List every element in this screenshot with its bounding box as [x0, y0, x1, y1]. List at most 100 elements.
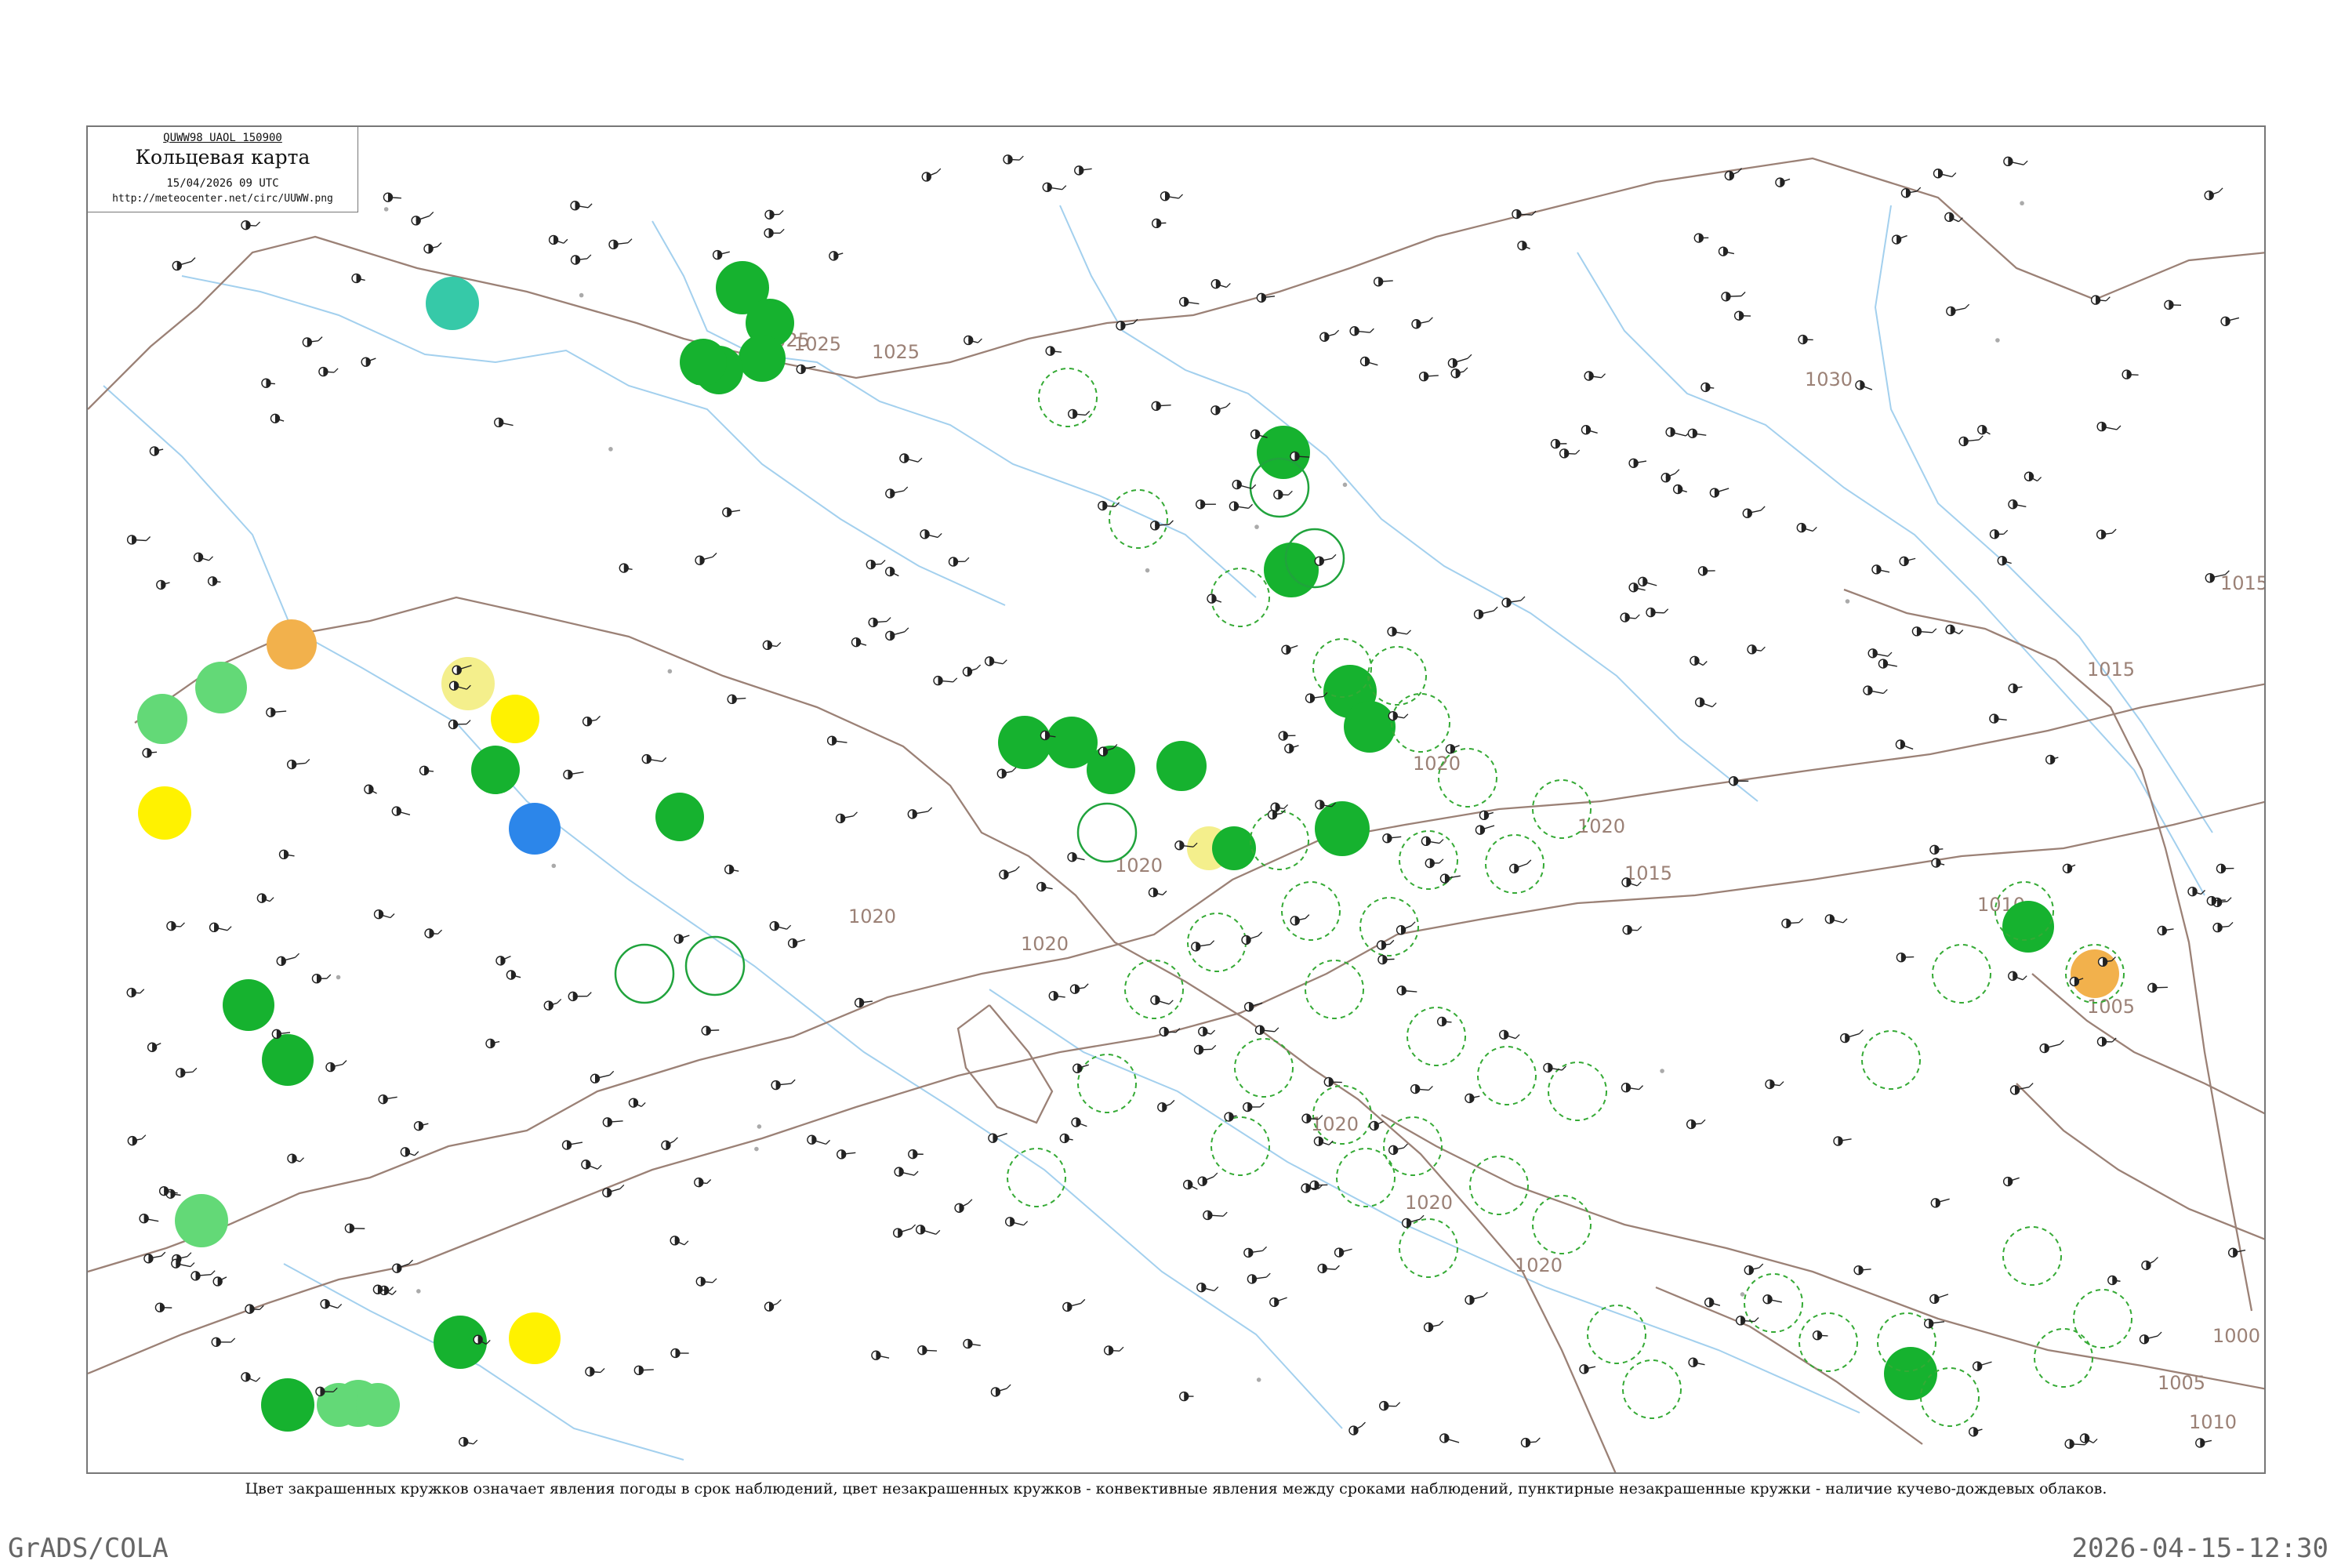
station-marker: [276, 953, 299, 967]
station-marker: [724, 864, 739, 875]
station-marker: [1319, 329, 1340, 342]
station-marker: [270, 413, 285, 423]
small-dot-marker: [416, 1289, 421, 1294]
station-marker: [1401, 1214, 1425, 1229]
station-marker: [1359, 356, 1378, 367]
station-marker: [320, 1298, 343, 1309]
weather-filled-circle: [1315, 801, 1370, 856]
station-marker: [1911, 626, 1937, 637]
station-marker: [1377, 954, 1395, 965]
station-marker: [1150, 995, 1174, 1005]
station-marker: [1709, 488, 1730, 498]
station-marker: [506, 970, 521, 980]
small-dot-marker: [1256, 1377, 1261, 1382]
weather-filled-circle: [1212, 826, 1256, 870]
station-marker: [619, 563, 633, 573]
station-marker: [1247, 1272, 1271, 1284]
station-marker: [2122, 369, 2139, 379]
weather-filled-circle: [261, 1378, 314, 1432]
station-marker: [1373, 277, 1393, 287]
station-marker: [1742, 506, 1766, 518]
station-marker: [1747, 644, 1766, 655]
station-marker: [1059, 1133, 1073, 1144]
station-marker: [241, 220, 261, 230]
station-marker: [2008, 683, 2023, 694]
station-marker: [2195, 1438, 2212, 1448]
station-marker: [1071, 1117, 1087, 1127]
station-marker: [1871, 564, 1890, 575]
weather-filled-circle: [471, 746, 520, 794]
cumulonimbus-dashed-circle: [2073, 1289, 2132, 1348]
station-marker: [851, 637, 867, 648]
station-marker: [1317, 1263, 1340, 1274]
station-marker: [1290, 914, 1310, 926]
station-marker: [424, 928, 443, 938]
station-marker: [581, 1160, 602, 1170]
station-marker: [963, 1338, 981, 1349]
map-title: Кольцевая карта: [135, 146, 310, 169]
legend-caption: Цвет закрашенных кружков означает явлени…: [245, 1480, 2107, 1497]
cumulonimbus-dashed-circle: [1622, 1359, 1682, 1419]
station-marker: [311, 973, 332, 984]
station-marker: [1729, 776, 1749, 786]
cumulonimbus-dashed-circle: [1391, 693, 1450, 753]
cumulonimbus-dashed-circle: [1532, 1195, 1592, 1254]
station-marker: [1855, 380, 1873, 390]
station-marker: [1210, 402, 1231, 416]
station-marker: [602, 1184, 625, 1198]
station-marker: [1762, 1294, 1782, 1305]
weather-filled-circle: [509, 803, 561, 855]
station-marker: [1895, 739, 1914, 750]
station-marker: [2062, 863, 2076, 873]
station-marker: [727, 694, 746, 705]
river-line: [1059, 205, 1759, 802]
station-marker: [1863, 685, 1888, 695]
isobar-label: 1025: [872, 341, 920, 363]
station-marker: [1232, 479, 1257, 490]
station-marker: [764, 209, 784, 220]
station-marker: [1069, 983, 1089, 994]
station-marker: [1509, 859, 1532, 874]
station-marker: [807, 1134, 831, 1145]
station-marker: [1421, 836, 1444, 847]
station-marker: [378, 1094, 397, 1105]
station-marker: [835, 811, 858, 824]
station-marker: [149, 446, 164, 456]
station-marker: [211, 1337, 236, 1348]
station-marker: [1733, 310, 1751, 321]
isobar-label: 1005: [2087, 996, 2135, 1018]
station-marker: [1179, 1391, 1194, 1402]
station-marker: [2204, 187, 2223, 201]
cumulonimbus-dashed-circle: [1587, 1305, 1646, 1364]
convective-outline-circle: [614, 943, 675, 1004]
weather-filled-circle: [426, 277, 479, 330]
station-marker: [1958, 435, 1984, 447]
station-marker: [351, 273, 365, 284]
station-marker: [885, 486, 909, 499]
station-marker: [1896, 952, 1915, 963]
station-marker: [1436, 1016, 1452, 1027]
station-marker: [361, 357, 376, 367]
map-time: 15/04/2026 09 UTC: [166, 177, 279, 190]
station-marker: [771, 1079, 796, 1091]
station-marker: [2107, 1275, 2121, 1286]
cumulonimbus-dashed-circle: [1210, 568, 1270, 627]
station-marker: [1313, 1136, 1334, 1146]
station-marker: [1073, 1063, 1089, 1073]
footer-timestamp: 2026-04-15-12:30: [2071, 1533, 2328, 1564]
cumulonimbus-dashed-circle: [1007, 1148, 1066, 1207]
station-marker: [209, 922, 232, 933]
station-marker: [1254, 1025, 1279, 1035]
station-marker: [1269, 1297, 1287, 1308]
station-marker: [1989, 529, 2009, 539]
cumulonimbus-dashed-circle: [1406, 1007, 1466, 1066]
station-marker: [1067, 408, 1091, 419]
station-marker: [1972, 1361, 1992, 1371]
station-marker: [1475, 825, 1495, 835]
station-marker: [1512, 209, 1537, 220]
station-marker: [694, 1177, 712, 1188]
convective-outline-circle: [1076, 802, 1138, 863]
station-marker: [1151, 401, 1171, 412]
station-marker: [1638, 576, 1657, 587]
station-marker: [241, 1372, 261, 1382]
